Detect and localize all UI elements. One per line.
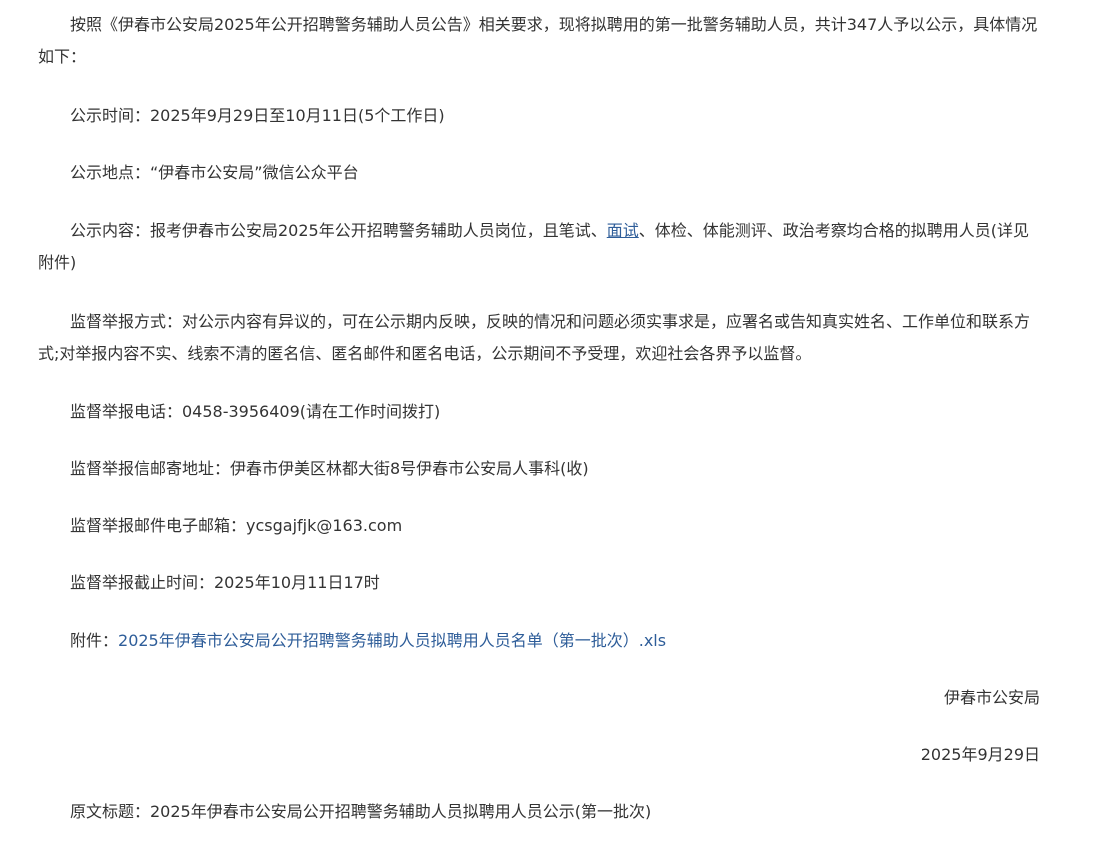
interview-link[interactable]: 面试 bbox=[607, 221, 639, 240]
report-address: 监督举报信邮寄地址：伊春市伊美区林都大街8号伊春市公安局人事科(收) bbox=[70, 459, 589, 478]
notice-content-prefix: 公示内容：报考伊春市公安局2025年公开招聘警务辅助人员岗位，且笔试、 bbox=[70, 221, 607, 240]
report-deadline: 监督举报截止时间：2025年10月11日17时 bbox=[70, 573, 380, 592]
notice-place: 公示地点：“伊春市公安局”微信公众平台 bbox=[70, 163, 359, 182]
original-title: 原文标题：2025年伊春市公安局公开招聘警务辅助人员拟聘用人员公示(第一批次) bbox=[70, 802, 652, 821]
attachment-label: 附件： bbox=[70, 631, 119, 650]
report-email: 监督举报邮件电子邮箱：ycsgajfjk@163.com bbox=[70, 516, 403, 535]
notice-content: 公示内容：报考伊春市公安局2025年公开招聘警务辅助人员岗位，且笔试、面试、体检… bbox=[38, 215, 1040, 279]
issuing-organization: 伊春市公安局 bbox=[943, 688, 1040, 707]
issue-date: 2025年9月29日 bbox=[920, 745, 1040, 764]
intro-paragraph: 按照《伊春市公安局2025年公开招聘警务辅助人员公告》相关要求，现将拟聘用的第一… bbox=[38, 15, 1038, 66]
report-phone: 监督举报电话：0458-3956409(请在工作时间拨打) bbox=[70, 402, 441, 421]
report-method: 监督举报方式：对公示内容有异议的，可在公示期内反映，反映的情况和问题必须实事求是… bbox=[38, 312, 1031, 363]
notice-time: 公示时间：2025年9月29日至10月11日(5个工作日) bbox=[70, 106, 445, 125]
attachment-paragraph: 附件：2025年伊春市公安局公开招聘警务辅助人员拟聘用人员名单（第一批次）.xl… bbox=[38, 625, 1040, 657]
attachment-link[interactable]: 2025年伊春市公安局公开招聘警务辅助人员拟聘用人员名单（第一批次）.xls bbox=[118, 631, 666, 650]
